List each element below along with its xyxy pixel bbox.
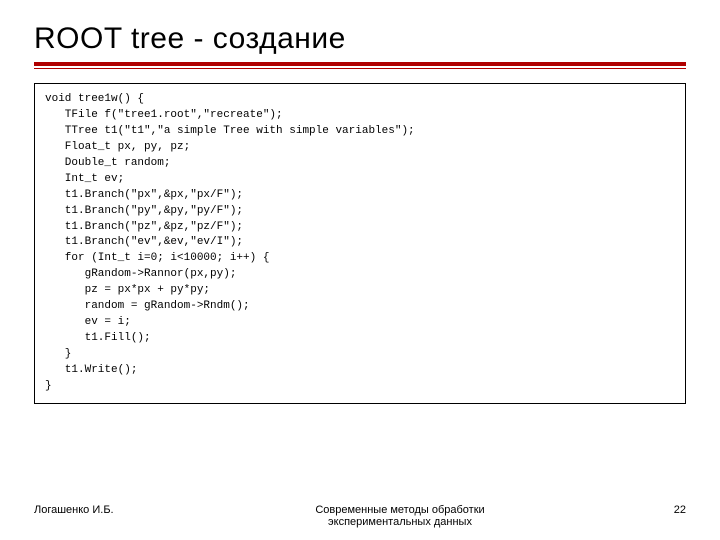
footer-title: Современные методы обработкиэксперимента… xyxy=(174,504,626,528)
footer-author: Логашенко И.Б. xyxy=(34,504,174,516)
code-block: void tree1w() { TFile f("tree1.root","re… xyxy=(34,83,686,404)
slide-footer: Логашенко И.Б. Современные методы обрабо… xyxy=(34,504,686,528)
footer-page-number: 22 xyxy=(626,504,686,516)
title-rule xyxy=(34,62,686,69)
slide-title: ROOT tree - создание xyxy=(34,22,686,56)
